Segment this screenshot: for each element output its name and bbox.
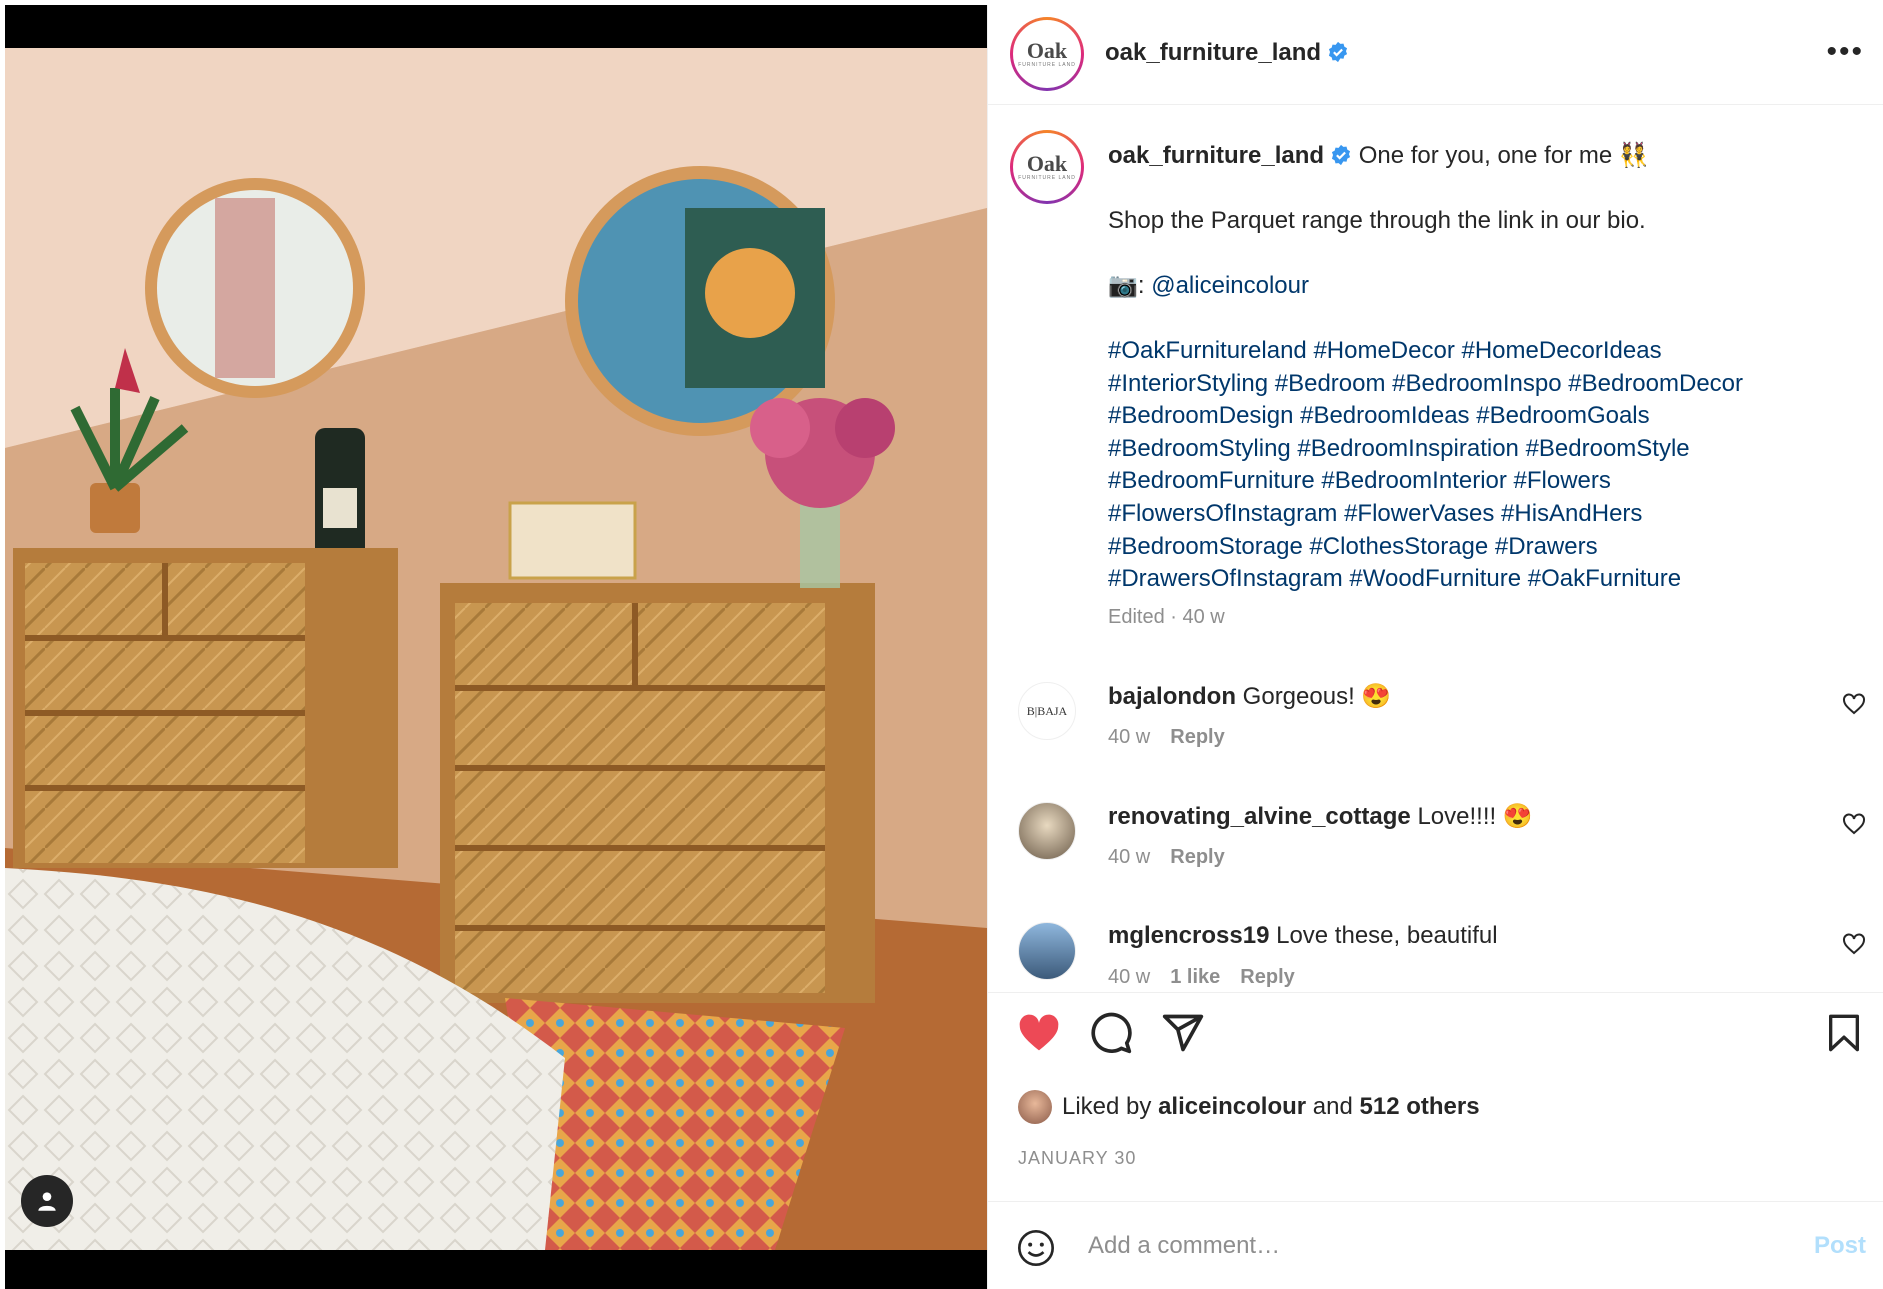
post-header: Oak FURNITURE LAND oak_furniture_land ••… xyxy=(988,5,1883,105)
comment-like-icon[interactable] xyxy=(1842,932,1866,956)
hashtag-line[interactable]: #BedroomStorage #ClothesStorage #Drawers xyxy=(1108,531,1743,564)
caption-avatar[interactable]: Oak FURNITURE LAND xyxy=(1010,130,1084,204)
comment-text: Love these, beautiful xyxy=(1276,922,1498,949)
comments-section: Oak FURNITURE LAND oak_furniture_land On… xyxy=(988,106,1883,991)
comment-time: 40 w xyxy=(1108,966,1151,988)
comment-item: mglencross19 Love these, beautiful 40 w 1… xyxy=(988,922,1883,991)
caption-line-2: Shop the Parquet range through the link … xyxy=(1108,207,1646,234)
comment-text: Love!!!! 😍 xyxy=(1417,803,1533,830)
caption-username[interactable]: oak_furniture_land xyxy=(1108,142,1324,169)
comment-item: renovating_alvine_cottage Love!!!! 😍 40 … xyxy=(988,802,1883,902)
save-bookmark-icon[interactable] xyxy=(1824,1011,1864,1055)
commenter-avatar[interactable]: B|BAJA xyxy=(1018,682,1076,740)
post-date: JANUARY 30 xyxy=(1018,1148,1137,1168)
instagram-post-modal: Oak FURNITURE LAND oak_furniture_land ••… xyxy=(0,0,1883,1289)
comment-username[interactable]: mglencross19 xyxy=(1108,922,1269,949)
more-options-icon[interactable]: ••• xyxy=(1826,35,1864,69)
reply-button[interactable]: Reply xyxy=(1240,966,1294,988)
comment-username[interactable]: renovating_alvine_cottage xyxy=(1108,803,1411,830)
like-heart-icon[interactable] xyxy=(1016,1011,1062,1055)
edited-timestamp: Edited · 40 w xyxy=(1108,606,1225,628)
comment-like-icon[interactable] xyxy=(1842,812,1866,836)
post-details-panel: Oak FURNITURE LAND oak_furniture_land ••… xyxy=(987,5,1883,1289)
photo-credit: 📷: @aliceincolour xyxy=(1108,272,1309,299)
action-bar xyxy=(988,992,1883,1072)
author-avatar[interactable]: Oak FURNITURE LAND xyxy=(1010,17,1084,91)
user-icon xyxy=(38,1192,56,1211)
hashtag-line[interactable]: #BedroomDesign #BedroomIdeas #BedroomGoa… xyxy=(1108,400,1743,433)
commenter-avatar[interactable] xyxy=(1018,802,1076,860)
share-icon[interactable] xyxy=(1160,1011,1206,1055)
hashtags-block: #OakFurnitureland #HomeDecor #HomeDecorI… xyxy=(1108,335,1743,596)
comment-username[interactable]: bajalondon xyxy=(1108,683,1236,710)
hashtag-line[interactable]: #FlowersOfInstagram #FlowerVases #HisAnd… xyxy=(1108,498,1743,531)
hashtag-line[interactable]: #BedroomStyling #BedroomInspiration #Bed… xyxy=(1108,433,1743,466)
post-comment-button[interactable]: Post xyxy=(1814,1232,1866,1260)
comment-icon[interactable] xyxy=(1088,1011,1134,1055)
comment-likes-count[interactable]: 1 like xyxy=(1170,966,1220,988)
hashtag-line[interactable]: #BedroomFurniture #BedroomInterior #Flow… xyxy=(1108,465,1743,498)
add-comment-bar: Post xyxy=(988,1201,1883,1289)
caption-line-1: oak_furniture_land One for you, one for … xyxy=(1108,140,1649,173)
emoji-icon[interactable] xyxy=(1016,1228,1056,1268)
comment-item: B|BAJA bajalondon Gorgeous! 😍 40 w Reply xyxy=(988,682,1883,782)
hashtag-line[interactable]: #InteriorStyling #Bedroom #BedroomInspo … xyxy=(1108,368,1743,401)
oak-logo: Oak xyxy=(1026,38,1068,63)
bedroom-image xyxy=(5,48,987,1250)
credit-mention-link[interactable]: @aliceincolour xyxy=(1151,272,1309,299)
commenter-avatar[interactable] xyxy=(1018,922,1076,980)
post-photo xyxy=(5,5,987,1289)
reply-button[interactable]: Reply xyxy=(1170,846,1224,868)
tagged-users-button[interactable] xyxy=(21,1175,73,1227)
comment-text: Gorgeous! 😍 xyxy=(1242,683,1392,710)
comment-input[interactable] xyxy=(1088,1226,1738,1266)
comment-time: 40 w xyxy=(1108,846,1151,868)
liker-username[interactable]: aliceincolour xyxy=(1158,1093,1306,1121)
likes-count-link[interactable]: 512 others xyxy=(1360,1093,1480,1121)
hashtag-line[interactable]: #DrawersOfInstagram #WoodFurniture #OakF… xyxy=(1108,563,1743,596)
comment-time: 40 w xyxy=(1108,726,1151,748)
likes-summary: Liked by aliceincolour and 512 others xyxy=(1018,1090,1480,1124)
verified-badge-icon xyxy=(1331,144,1351,166)
header-username[interactable]: oak_furniture_land xyxy=(1105,39,1349,67)
reply-button[interactable]: Reply xyxy=(1170,726,1224,748)
comment-like-icon[interactable] xyxy=(1842,692,1866,716)
caption-text: One for you, one for me 👯 xyxy=(1358,142,1649,169)
verified-badge-icon xyxy=(1328,41,1348,63)
liker-avatar[interactable] xyxy=(1018,1090,1052,1124)
hashtag-line[interactable]: #OakFurnitureland #HomeDecor #HomeDecorI… xyxy=(1108,335,1743,368)
